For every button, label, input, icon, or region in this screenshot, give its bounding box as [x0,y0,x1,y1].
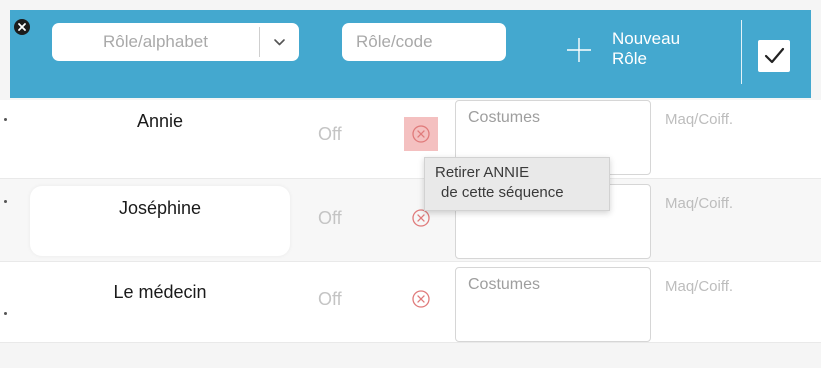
new-role-label: Nouveau Rôle [612,29,722,69]
chevron-down-icon[interactable] [260,23,299,61]
costume-field[interactable]: Costumes [455,267,651,342]
close-icon[interactable] [14,19,30,35]
maq-coiff-label[interactable]: Maq/Coiff. [665,195,765,213]
plus-icon [566,37,592,63]
role-name[interactable]: Joséphine [30,193,290,223]
drag-handle[interactable] [4,312,7,315]
role-status[interactable]: Off [318,288,358,310]
row-divider [0,342,821,343]
role-status[interactable]: Off [318,123,358,145]
checkbox-checked-icon[interactable] [758,40,790,72]
tooltip: Retirer ANNIE de cette séquence [424,157,610,211]
toolbar-divider [741,20,742,84]
role-status[interactable]: Off [318,207,358,229]
remove-circle-x-icon[interactable] [411,124,431,144]
role-sort-select-value: Rôle/alphabet [103,32,208,51]
drag-handle[interactable] [4,118,7,121]
new-role-label-line1: Nouveau [612,29,681,48]
remove-circle-x-icon[interactable] [411,289,431,309]
tooltip-line2: de cette séquence [441,184,564,201]
maq-coiff-label[interactable]: Maq/Coiff. [665,111,765,129]
role-name[interactable]: Annie [30,106,290,136]
role-name[interactable]: Le médecin [30,277,290,307]
tooltip-line1: Retirer ANNIE [435,164,530,181]
drag-handle[interactable] [4,200,7,203]
maq-coiff-label[interactable]: Maq/Coiff. [665,278,765,296]
remove-circle-x-icon[interactable] [411,208,431,228]
role-code-input[interactable] [342,23,506,61]
new-role-label-line2: Rôle [612,49,647,68]
